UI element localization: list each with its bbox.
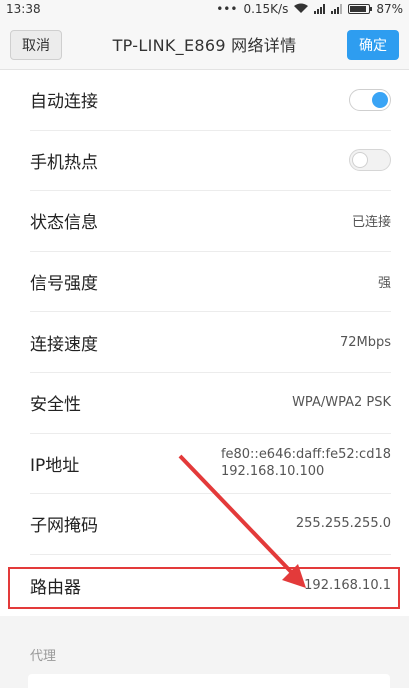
row-value: 192.168.10.1 [304,577,391,593]
row-security: 安全性 WPA/WPA2 PSK [30,373,391,434]
status-icons: ••• 0.15K/s 87% [216,2,403,16]
page-title: TP-LINK_E869 网络详情 [112,35,297,55]
row-label: IP地址 [30,455,80,476]
row-router: 路由器 192.168.10.1 [30,555,391,616]
row-label: 子网掩码 [30,516,98,537]
ipv6-address: fe80::e646:daff:fe52:cd18 [220,447,391,463]
row-value: WPA/WPA2 PSK [292,395,391,411]
status-bar: 13:38 ••• 0.15K/s 87% [0,0,409,18]
toggle-knob [372,91,388,108]
auto-connect-toggle[interactable] [349,88,391,111]
row-hotspot: 手机热点 [30,131,391,192]
cell-signal-icon-2 [331,4,343,14]
status-time: 13:38 [6,2,41,16]
header-bar: 取消 TP-LINK_E869 网络详情 确定 [0,18,409,70]
ok-button[interactable]: 确定 [347,30,399,60]
more-dots: ••• [216,2,238,16]
row-status: 状态信息 已连接 [30,191,391,252]
row-value: 强 [377,276,391,292]
row-value: fe80::e646:daff:fe52:cd18 192.168.10.100 [221,446,391,480]
battery-percent: 87% [376,2,403,16]
row-value: 255.255.255.0 [295,516,391,532]
row-value: 72Mbps [339,334,391,350]
row-label: 状态信息 [30,213,98,234]
cancel-button[interactable]: 取消 [10,30,62,60]
row-signal-strength: 信号强度 强 [30,252,391,313]
proxy-card[interactable] [28,674,390,688]
cell-signal-icon [314,4,326,14]
row-label: 自动连接 [30,92,98,113]
proxy-section-label: 代理 [30,649,57,664]
wifi-icon [294,2,309,16]
row-link-speed: 连接速度 72Mbps [30,312,391,373]
network-details-list: 自动连接 手机热点 状态信息 已连接 信号强度 强 连接速度 72Mbps 安全… [0,70,409,616]
toggle-knob [352,152,368,169]
ipv4-address: 192.168.10.100 [220,464,325,480]
row-auto-connect: 自动连接 [30,70,391,131]
row-label: 手机热点 [30,152,98,173]
battery-icon [348,4,373,14]
row-ip-address: IP地址 fe80::e646:daff:fe52:cd18 192.168.1… [30,434,391,495]
row-label: 路由器 [30,577,81,598]
row-value: 已连接 [351,215,391,231]
hotspot-toggle[interactable] [349,149,391,172]
row-label: 信号强度 [30,274,98,295]
row-label: 安全性 [30,395,81,416]
row-subnet-mask: 子网掩码 255.255.255.0 [30,494,391,555]
network-speed: 0.15K/s [243,2,289,16]
row-label: 连接速度 [30,334,98,355]
